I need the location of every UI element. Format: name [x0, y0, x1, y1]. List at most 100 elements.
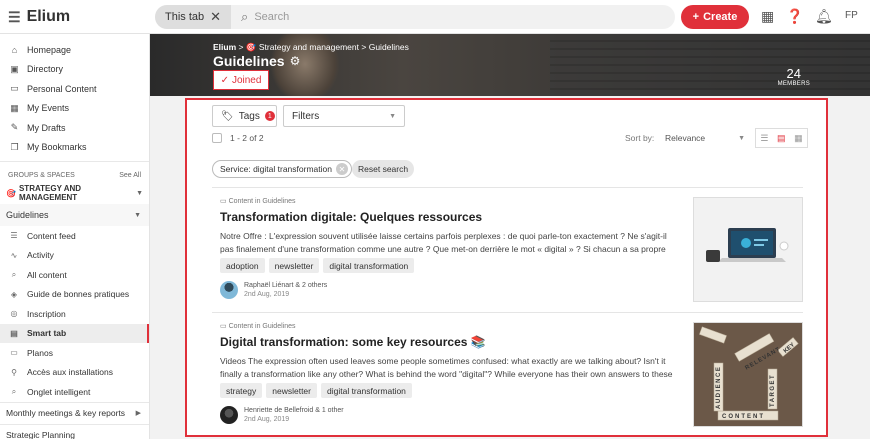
globe-icon: ◎: [10, 309, 18, 319]
card-title[interactable]: Transformation digitale: Quelques ressou…: [220, 210, 482, 224]
tag-chip[interactable]: newsletter: [268, 258, 320, 273]
thumb-word: TARGET: [770, 374, 776, 407]
content-card[interactable]: ▭ Content in Guidelines Transformation d…: [212, 187, 803, 309]
select-all-checkbox[interactable]: [212, 133, 222, 143]
sidebar-group-monthly[interactable]: Monthly meetings & key reports ▶: [0, 401, 149, 424]
check-icon: ✓: [220, 74, 229, 86]
page-title: Guidelines ⚙: [213, 53, 300, 69]
tag-chip[interactable]: newsletter: [266, 383, 317, 398]
help-icon[interactable]: ❓: [786, 8, 803, 25]
tags-button[interactable]: 🏷︎ Tags 1: [212, 105, 277, 127]
sidebar-item-label: Homepage: [27, 44, 72, 55]
top-bar: ☰ Elium This tab ✕ ⌕ Search + Create ▦ ❓…: [0, 0, 870, 34]
notification-bell-icon[interactable]: 🔔︎: [815, 8, 833, 25]
search-icon: ⌕: [241, 9, 249, 24]
sidebar-item-label: Inscription: [27, 308, 66, 319]
sidebar-item-onglet[interactable]: ⌕ Onglet intelligent: [0, 382, 149, 402]
target-icon: 🎯: [245, 42, 257, 52]
list-view-icon[interactable]: ☰: [760, 133, 768, 144]
search-scope-chip[interactable]: This tab ✕: [155, 5, 232, 29]
sidebar-item-directory[interactable]: ▣ Directory: [0, 60, 149, 80]
see-all-link[interactable]: See All: [119, 172, 141, 179]
sidebar-item-guide[interactable]: ◈ Guide de bonnes pratiques: [0, 285, 149, 305]
author-names[interactable]: Henriette de Bellefroid & 1 other: [244, 407, 344, 414]
tags-count-badge: 1: [264, 111, 275, 121]
create-button[interactable]: + Create: [681, 5, 749, 29]
sidebar-group-strategic[interactable]: Strategic Planning: [0, 423, 149, 439]
tag-chip[interactable]: digital transformation: [323, 258, 415, 273]
avatar[interactable]: [220, 281, 238, 299]
sidebar-space-guidelines[interactable]: Guidelines ▼: [0, 204, 149, 226]
feed-icon: ☰: [10, 231, 18, 241]
sidebar-item-personal-content[interactable]: ▭ Personal Content: [0, 79, 149, 99]
chevron-down-icon[interactable]: ▼: [136, 190, 143, 197]
chevron-down-icon[interactable]: ▼: [134, 212, 141, 219]
avatar[interactable]: [220, 406, 238, 424]
sidebar-item-label: Content feed: [27, 230, 76, 241]
reset-search-button[interactable]: Reset search: [352, 160, 415, 178]
sidebar-item-smart-tab[interactable]: ▤ Smart tab: [0, 323, 149, 343]
app-logo[interactable]: ☰ Elium: [8, 8, 70, 26]
close-icon[interactable]: ✕: [210, 9, 221, 25]
filters-label: Filters: [292, 110, 320, 122]
joined-button[interactable]: ✓ Joined: [213, 70, 269, 90]
sidebar-item-inscription[interactable]: ◎ Inscription: [0, 304, 149, 324]
sidebar-item-label: My Bookmarks: [27, 142, 87, 153]
home-icon: ⌂: [11, 44, 18, 55]
author-names[interactable]: Raphaël Liénart & 2 others: [244, 282, 327, 289]
gear-icon[interactable]: ⚙: [290, 54, 301, 68]
members-count: 24: [786, 66, 802, 81]
card-thumbnail[interactable]: [693, 197, 803, 302]
apps-grid-icon[interactable]: ▦: [761, 8, 774, 25]
members-counter[interactable]: 24 MEMBERS: [778, 66, 810, 87]
card-author: Raphaël Liénart & 2 others 2nd Aug, 2019: [220, 281, 327, 299]
card-author: Henriette de Bellefroid & 1 other 2nd Au…: [220, 406, 344, 424]
target-icon: 🎯: [6, 188, 16, 198]
sidebar-item-my-bookmarks[interactable]: ❐ My Bookmarks: [0, 138, 149, 158]
sidebar-item-acces[interactable]: ⚲ Accès aux installations: [0, 363, 149, 383]
sidebar-item-all-content[interactable]: ⌕ All content: [0, 265, 149, 285]
card-title[interactable]: Digital transformation: some key resourc…: [220, 335, 486, 349]
content-card[interactable]: ▭ Content in Guidelines Digital transfor…: [212, 312, 803, 435]
grid-view-icon[interactable]: ▦: [794, 133, 803, 144]
tag-chip[interactable]: digital transformation: [321, 383, 412, 398]
close-icon[interactable]: ✕: [335, 163, 348, 175]
activity-icon: ∿: [10, 250, 18, 260]
bookmark-icon: ❐: [10, 141, 19, 152]
sidebar-group-strategy[interactable]: 🎯 STRATEGY AND MANAGEMENT ▼: [0, 184, 149, 202]
user-avatar[interactable]: FP: [845, 10, 858, 21]
sidebar-item-activity[interactable]: ∿ Activity: [0, 246, 149, 266]
card-meta: ▭ Content in Guidelines: [220, 322, 296, 330]
sidebar-item-my-events[interactable]: ▦ My Events: [0, 99, 149, 119]
search-scope-label: This tab: [165, 11, 205, 23]
menu-icon[interactable]: ☰: [8, 9, 21, 26]
content-panel: 🏷︎ Tags 1 Filters ▼ 1 - 2 of 2 Sort by: …: [185, 98, 828, 437]
card-thumbnail[interactable]: CONTENT AUDIENCE TARGET RELEVANT KEY: [693, 322, 803, 427]
breadcrumb-group[interactable]: Strategy and management: [259, 42, 359, 52]
sidebar-item-content-feed[interactable]: ☰ Content feed: [0, 226, 149, 246]
breadcrumb-space[interactable]: Guidelines: [369, 42, 409, 52]
card-meta-label: Content in Guidelines: [228, 323, 296, 330]
sort-select[interactable]: Relevance ▼: [665, 130, 745, 146]
document-icon: ▭: [10, 83, 19, 94]
filters-dropdown[interactable]: Filters ▼: [283, 105, 405, 127]
sidebar-item-planos[interactable]: ▭ Planos: [0, 343, 149, 363]
sidebar-item-label: All content: [27, 269, 67, 280]
members-label: MEMBERS: [777, 81, 810, 87]
group-name: Monthly meetings & key reports: [6, 408, 126, 418]
search-icon: ⌕: [11, 269, 17, 279]
card-view-icon[interactable]: ▤: [777, 133, 786, 144]
search-bar[interactable]: This tab ✕ ⌕ Search: [155, 5, 675, 29]
active-filter-chip[interactable]: Service: digital transformation ✕: [212, 160, 352, 178]
filter-chip-label: Service: digital transformation: [220, 164, 332, 174]
search-input[interactable]: Search: [254, 11, 289, 23]
card-date: 2nd Aug, 2019: [244, 416, 290, 423]
tags-label: Tags: [238, 110, 260, 122]
chevron-right-icon[interactable]: ▶: [136, 409, 141, 417]
tag-chip[interactable]: adoption: [220, 258, 265, 273]
breadcrumb-root[interactable]: Elium: [213, 42, 236, 52]
tag-chip[interactable]: strategy: [220, 383, 263, 398]
sidebar-item-homepage[interactable]: ⌂ Homepage: [0, 40, 149, 60]
sidebar-item-my-drafts[interactable]: ✎ My Drafts: [0, 118, 149, 138]
document-icon: ▭: [220, 198, 229, 205]
